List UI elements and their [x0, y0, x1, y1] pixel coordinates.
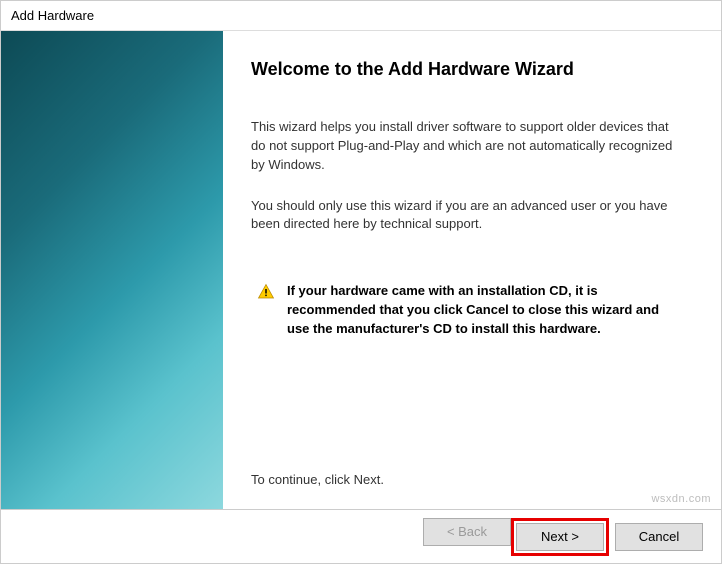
warning-text: If your hardware came with an installati… [287, 282, 685, 339]
button-footer: < Back Next > Cancel [1, 509, 721, 563]
add-hardware-wizard-window: Add Hardware Welcome to the Add Hardware… [0, 0, 722, 564]
warning-icon [257, 283, 275, 301]
continue-instruction: To continue, click Next. [251, 472, 685, 499]
warning-row: If your hardware came with an installati… [251, 282, 685, 339]
cancel-button[interactable]: Cancel [615, 523, 703, 551]
back-button: < Back [423, 518, 511, 546]
titlebar: Add Hardware [1, 1, 721, 31]
intro-paragraph-2: You should only use this wizard if you a… [251, 197, 685, 235]
intro-paragraph-1: This wizard helps you install driver sof… [251, 118, 685, 175]
page-heading: Welcome to the Add Hardware Wizard [251, 59, 685, 80]
window-title: Add Hardware [11, 8, 94, 23]
side-graphic-panel [1, 31, 223, 509]
next-button[interactable]: Next > [516, 523, 604, 551]
next-button-highlight: Next > [511, 518, 609, 556]
wizard-body: Welcome to the Add Hardware Wizard This … [1, 31, 721, 509]
content-panel: Welcome to the Add Hardware Wizard This … [223, 31, 721, 509]
